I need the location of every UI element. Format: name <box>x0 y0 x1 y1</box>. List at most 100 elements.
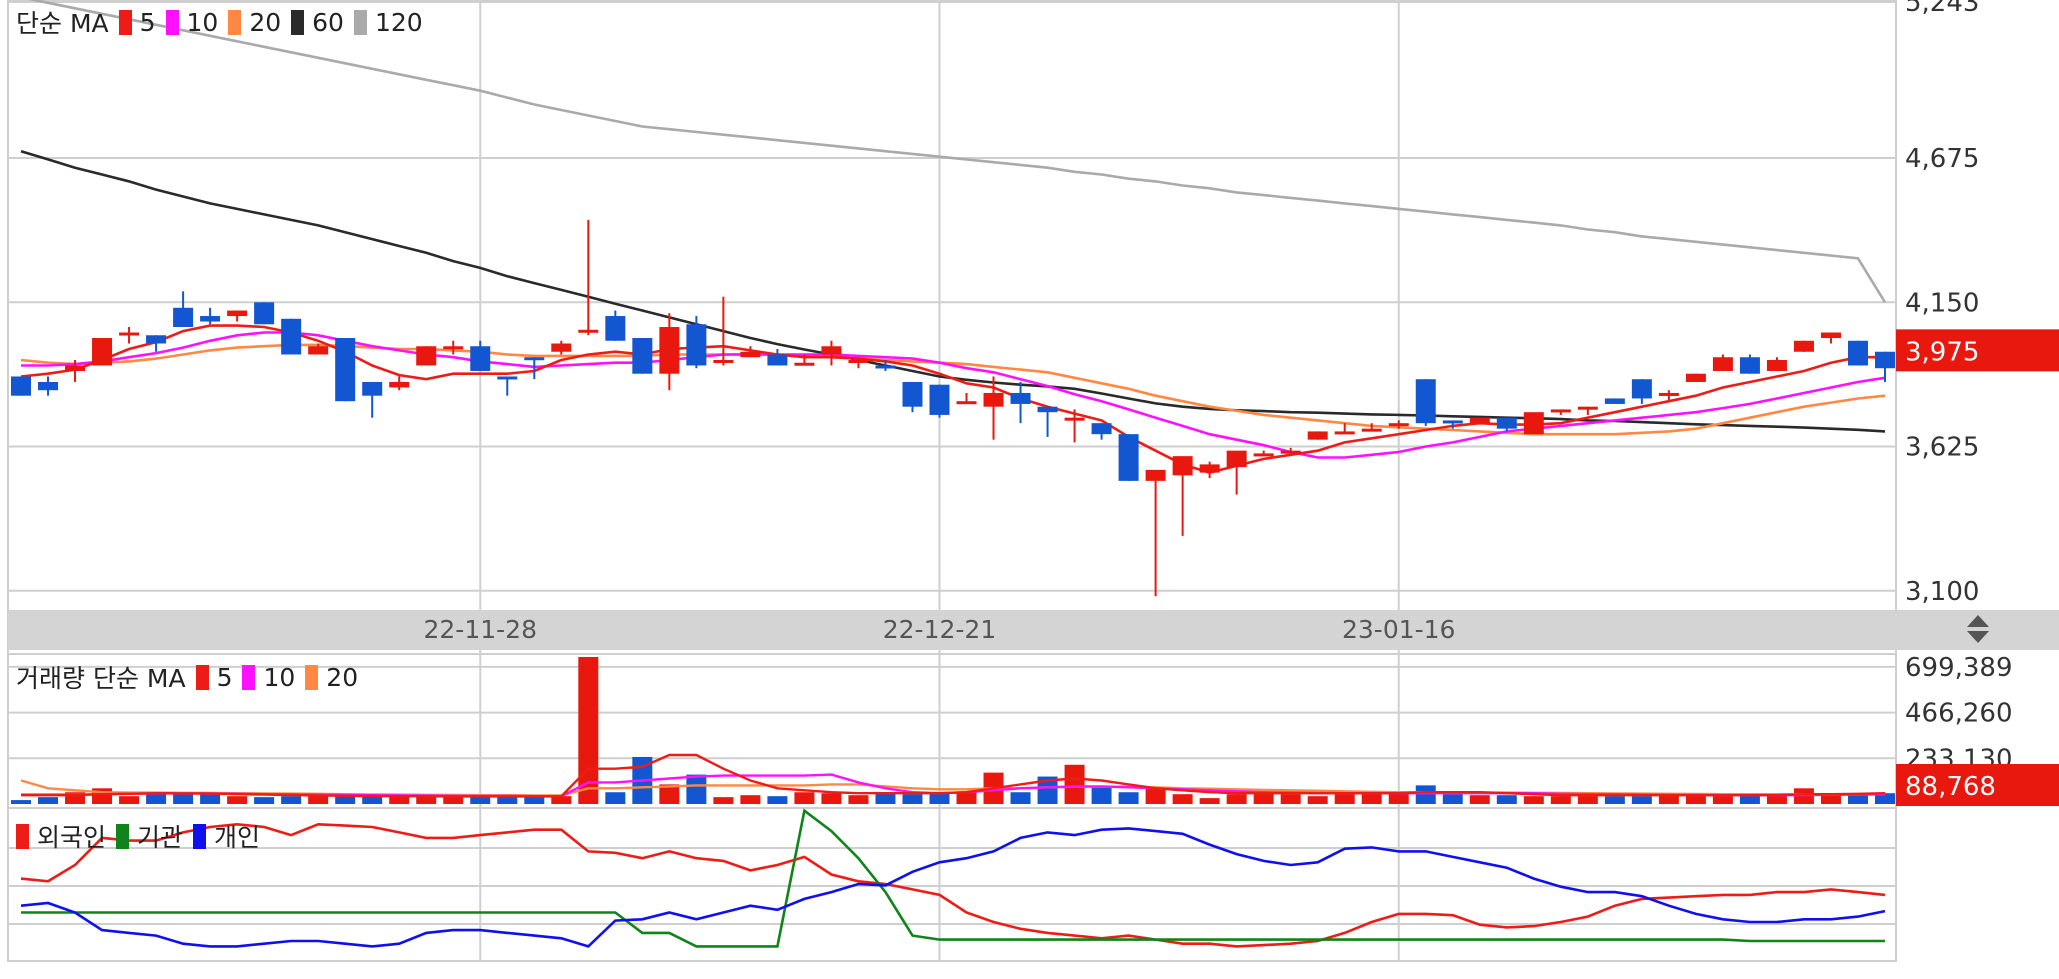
legend-swatch-individual <box>193 823 207 849</box>
price-tick-label: 4,675 <box>1905 144 1979 174</box>
volume-bar <box>1496 795 1517 804</box>
volume-bar <box>956 792 977 804</box>
candle-body <box>1145 469 1166 481</box>
candle-body <box>1172 456 1193 476</box>
candle-body <box>1658 392 1679 396</box>
legend-swatch-institution <box>116 823 130 849</box>
volume-bar <box>335 796 356 804</box>
candle-body <box>470 346 491 371</box>
volume-bar <box>875 793 896 804</box>
volume-bar <box>1712 796 1733 804</box>
candle-body <box>875 365 896 369</box>
candle-body <box>686 324 707 366</box>
candle-body <box>1334 431 1355 435</box>
legend-vol-ma20-label: 20 <box>326 662 359 692</box>
volume-bar <box>1469 795 1490 804</box>
volume-bar <box>902 794 923 804</box>
volume-bar <box>470 796 491 804</box>
price-legend-label: 단순 MA <box>16 9 109 38</box>
chart-frame <box>7 0 1897 962</box>
candle-body <box>1820 332 1841 339</box>
candle-body <box>362 381 383 396</box>
candle-body <box>713 359 734 363</box>
volume-bar <box>1172 794 1193 804</box>
candle-body <box>146 335 167 344</box>
legend-vol-ma5-label: 5 <box>216 662 233 692</box>
volume-bar <box>794 792 815 804</box>
volume-bar <box>38 797 59 804</box>
legend-foreign-label: 외국인 <box>37 823 107 852</box>
candle-body <box>38 381 59 391</box>
candle-body <box>1037 406 1058 413</box>
legend-swatch-vol-ma10 <box>242 664 256 690</box>
candle-body <box>1766 359 1787 371</box>
volume-bar <box>200 794 221 804</box>
volume-bar <box>740 795 761 804</box>
candle-body <box>929 384 950 415</box>
volume-bar <box>767 796 788 804</box>
time-axis-label: 22-12-21 <box>883 615 996 644</box>
legend-institution-label: 기관 <box>137 823 184 852</box>
volume-bar <box>686 774 707 804</box>
volume-bar <box>1280 794 1301 804</box>
volume-bar <box>1739 795 1760 804</box>
volume-bar <box>605 792 626 804</box>
volume-bar <box>227 796 248 804</box>
stock-chart: 3,100 3,625 4,150 4,675 5,243 3,975 22-11-28 22… <box>0 0 2059 975</box>
candle-body <box>1496 417 1517 429</box>
candle-body <box>1226 450 1247 468</box>
chart-canvas: 3,100 3,625 4,150 4,675 5,243 3,975 22-11-28 22… <box>7 0 2059 962</box>
volume-bar <box>713 797 734 804</box>
candle-body <box>794 362 815 366</box>
legend-ma60-label: 60 <box>312 7 344 37</box>
candle-body <box>1550 409 1571 413</box>
candle-body <box>227 310 248 317</box>
current-volume-label: 88,768 <box>1905 772 1996 802</box>
candle-body <box>551 343 572 352</box>
candle-body <box>389 381 410 388</box>
volume-bar <box>1064 764 1085 804</box>
candle-body <box>335 338 356 402</box>
legend-swatch-vol-ma5 <box>195 664 209 690</box>
volume-bar <box>497 796 518 804</box>
candle-body <box>767 354 788 366</box>
legend-swatch-ma5 <box>118 9 132 35</box>
candle-body <box>1118 434 1139 481</box>
legend-ma10-label: 10 <box>186 7 219 37</box>
volume-legend-label: 거래량 단순 MA <box>16 664 186 693</box>
candle-body <box>254 302 275 325</box>
volume-ma-legend: 거래량 단순 MA 5 10 20 <box>16 659 358 695</box>
legend-swatch-foreign <box>16 823 29 849</box>
candle-body <box>1388 423 1409 427</box>
candle-body <box>848 359 869 363</box>
candle-body <box>1577 406 1598 410</box>
candle-body <box>65 365 86 371</box>
candle-body <box>1361 428 1382 432</box>
candle-body <box>1415 379 1436 424</box>
volume-bar <box>1199 798 1220 804</box>
candle-body <box>1685 373 1706 382</box>
volume-tick-label: 699,389 <box>1905 653 2013 683</box>
candle-body <box>902 381 923 407</box>
volume-bar <box>173 793 194 804</box>
volume-bar <box>1226 794 1247 804</box>
candle-body <box>956 401 977 405</box>
candle-body <box>1253 453 1274 457</box>
candle-body <box>1280 450 1301 454</box>
volume-bar <box>1118 792 1139 804</box>
price-tick-label: 4,150 <box>1905 288 1979 318</box>
candle-body <box>1307 431 1328 440</box>
volume-bar <box>119 796 140 804</box>
legend-ma120-label: 120 <box>374 7 423 37</box>
candle-body <box>1739 357 1760 374</box>
candle-body <box>1604 398 1625 404</box>
legend-vol-ma10-label: 10 <box>263 662 296 692</box>
volume-bar <box>1766 796 1787 804</box>
candle-body <box>1523 412 1544 435</box>
candle-body <box>821 346 842 355</box>
volume-bar <box>1685 795 1706 804</box>
volume-bar <box>11 800 31 804</box>
candle-body <box>416 346 437 366</box>
candle-body <box>119 332 140 336</box>
candle-body <box>200 316 221 322</box>
